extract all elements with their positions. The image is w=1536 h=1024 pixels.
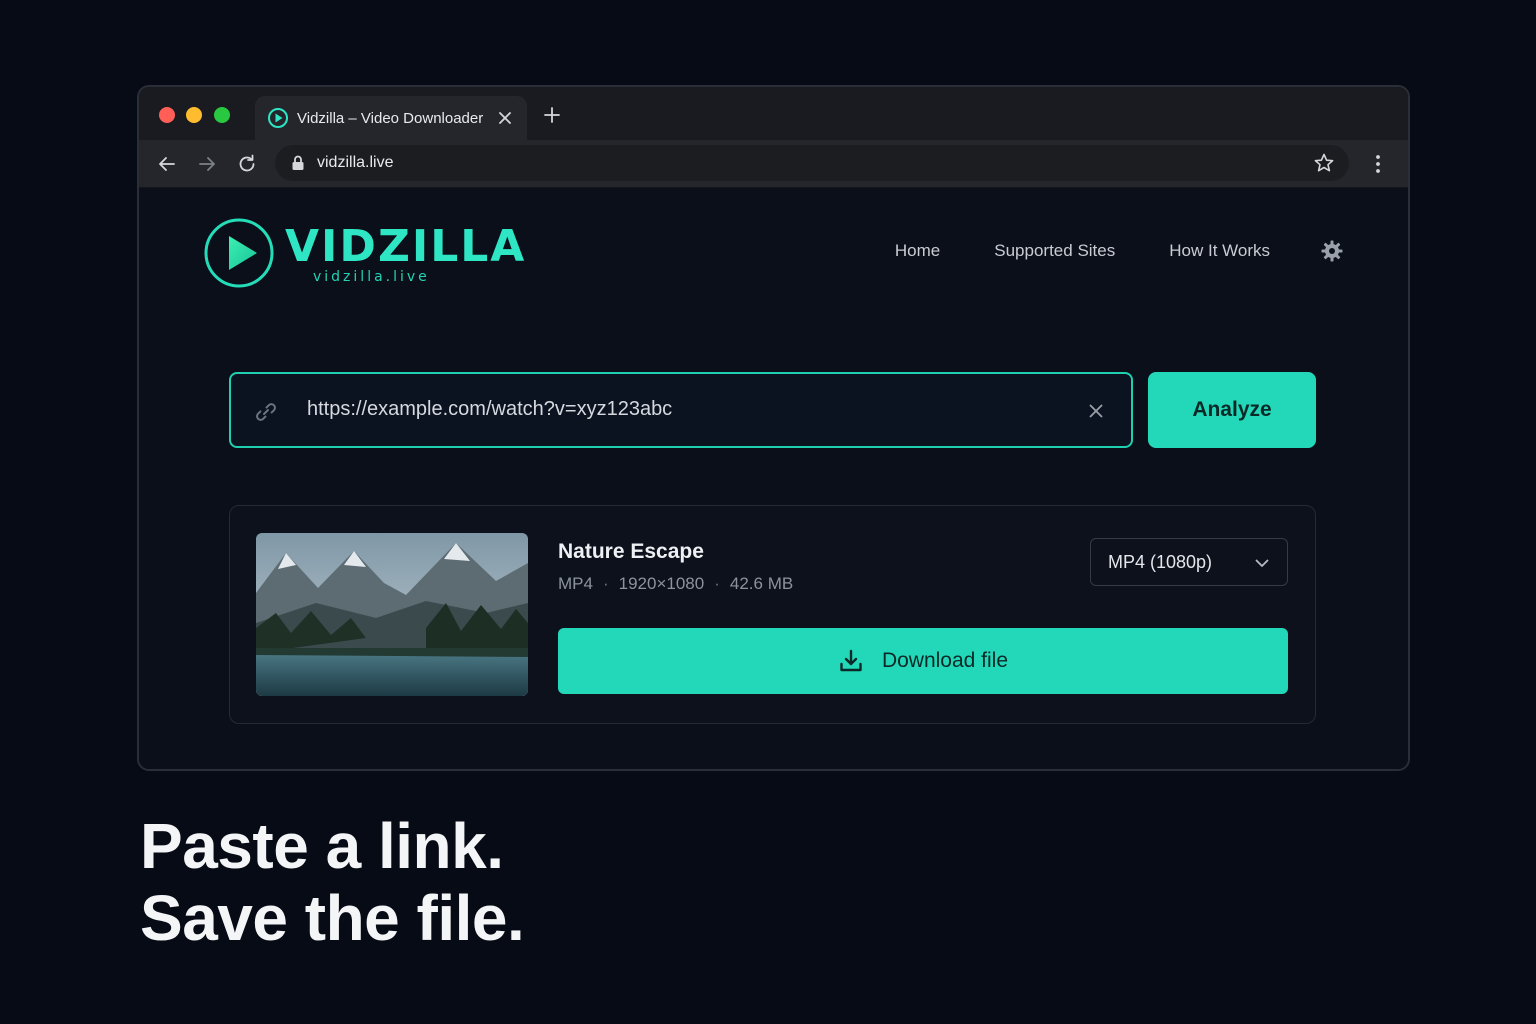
reload-icon[interactable] (235, 152, 259, 176)
format-select-value: MP4 (1080p) (1108, 552, 1213, 572)
tagline-line-2: Save the file. (140, 882, 525, 954)
new-tab-icon[interactable] (541, 104, 563, 126)
forward-arrow-icon[interactable] (195, 152, 219, 176)
browser-tab[interactable]: Vidzilla – Video Downloader (255, 96, 527, 140)
mountain-lake-image (256, 533, 528, 696)
play-circle-icon (268, 108, 288, 128)
url-input-container[interactable] (229, 372, 1133, 448)
gear-icon[interactable] (1320, 239, 1344, 263)
tagline: Paste a link. Save the file. (140, 810, 525, 954)
page-content: VIDZILLA vidzilla.live Home Supported Si… (139, 189, 1408, 769)
nav-how-it-works[interactable]: How It Works (1169, 241, 1270, 261)
download-icon (840, 649, 862, 672)
nav-supported-sites[interactable]: Supported Sites (994, 241, 1115, 261)
video-title: Nature Escape (558, 540, 704, 563)
format-select[interactable]: MP4 (1080p) (1090, 538, 1288, 586)
logo-domain: vidzilla.live (313, 269, 430, 285)
nav-home[interactable]: Home (895, 241, 940, 261)
maximize-window-button[interactable] (214, 107, 230, 123)
logo-play-icon (204, 218, 274, 288)
download-button-label: Download file (881, 649, 1009, 672)
browser-window: Vidzilla – Video Downloader vidzilla.liv… (137, 85, 1410, 771)
tagline-line-1: Paste a link. (140, 810, 504, 882)
address-bar[interactable]: vidzilla.live (275, 145, 1349, 181)
bookmark-star-icon[interactable] (1313, 152, 1335, 174)
video-result-card: Nature Escape MP4 · 1920×1080 · 42.6 MB MP4 … (229, 505, 1316, 724)
video-format: MP4 (558, 574, 593, 593)
analyze-button[interactable]: Analyze (1148, 372, 1316, 448)
kebab-menu-icon[interactable] (1366, 152, 1390, 176)
lock-icon (292, 155, 304, 170)
main-nav: Home Supported Sites How It Works (895, 239, 1344, 263)
link-icon (256, 403, 276, 421)
close-tab-icon[interactable] (495, 108, 515, 128)
chevron-down-icon (1255, 559, 1269, 567)
logo-wordmark: VIDZILLA (285, 221, 527, 272)
close-window-button[interactable] (159, 107, 175, 123)
browser-titlebar: Vidzilla – Video Downloader (139, 87, 1408, 140)
minimize-window-button[interactable] (186, 107, 202, 123)
address-bar-url: vidzilla.live (317, 154, 394, 171)
video-size: 42.6 MB (729, 574, 794, 593)
video-resolution: 1920×1080 (618, 574, 705, 593)
tab-title: Vidzilla – Video Downloader (297, 109, 484, 127)
back-arrow-icon[interactable] (155, 152, 179, 176)
download-button[interactable]: Download file (558, 628, 1288, 694)
video-thumbnail (256, 533, 528, 696)
clear-input-icon[interactable] (1087, 402, 1105, 420)
browser-toolbar: vidzilla.live (139, 140, 1408, 188)
video-meta: MP4 · 1920×1080 · 42.6 MB (558, 574, 794, 593)
url-input[interactable] (307, 398, 1067, 421)
site-logo[interactable]: VIDZILLA vidzilla.live (203, 217, 524, 291)
